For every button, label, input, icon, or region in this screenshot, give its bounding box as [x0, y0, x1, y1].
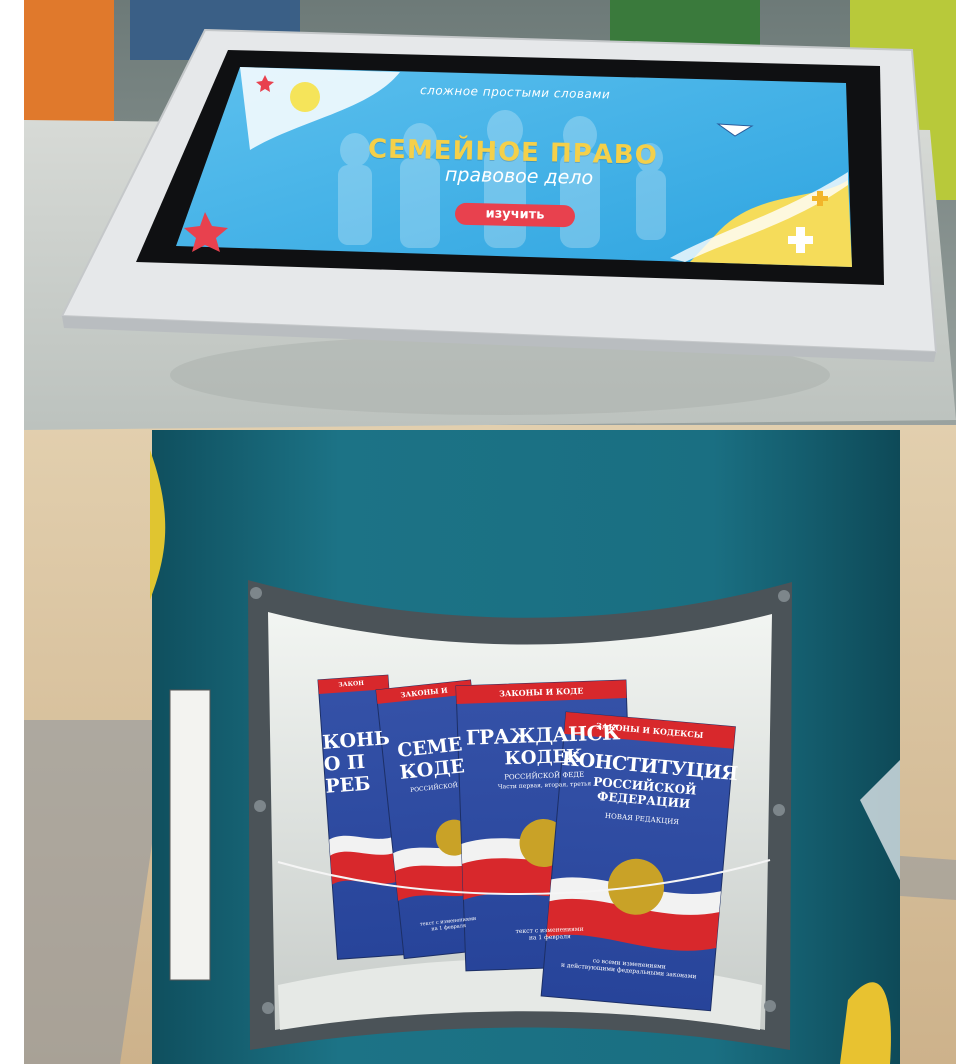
study-button[interactable]: изучить [454, 202, 576, 228]
book-4-title-line3: РЕБ [324, 772, 372, 798]
left-frame-edge [0, 0, 24, 1064]
lightbulb-icon [290, 82, 320, 112]
kiosk-photo: сложное простыми словами СЕМЕЙНОЕ ПРАВО … [0, 0, 956, 1064]
info-sheet [169, 689, 211, 981]
screen-subtitle: правовое дело [444, 163, 594, 190]
